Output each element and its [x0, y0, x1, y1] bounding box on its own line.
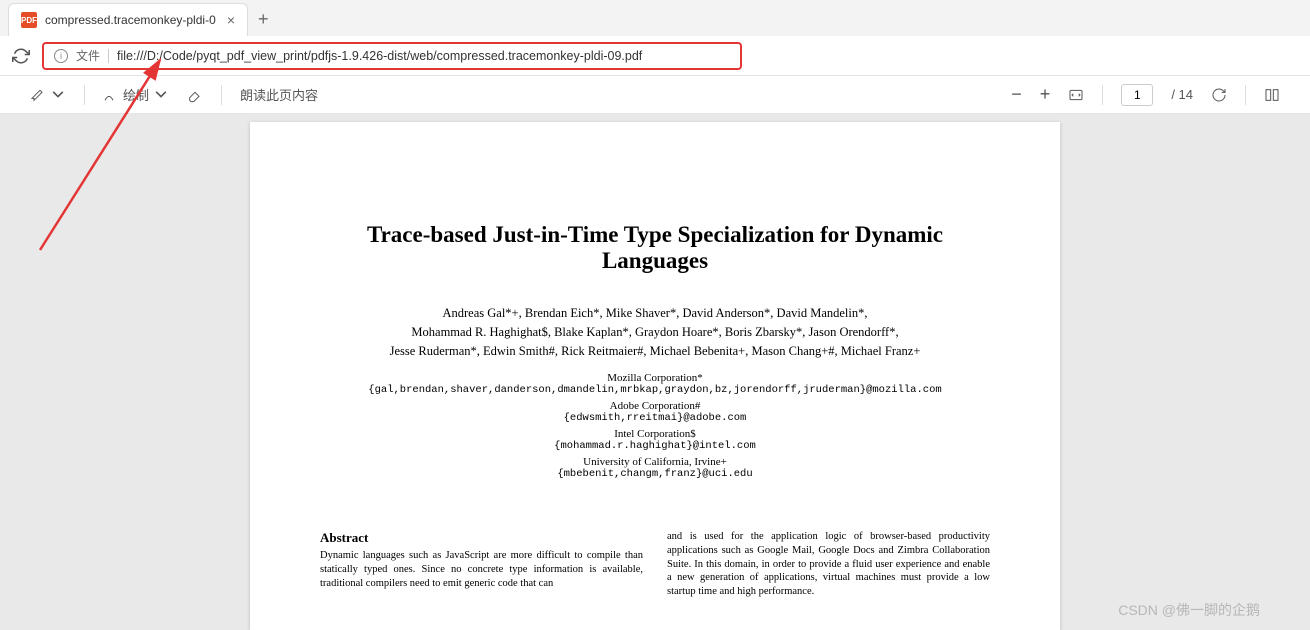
paper-authors: Andreas Gal*+, Brendan Eich*, Mike Shave… — [320, 304, 990, 360]
paper-title: Trace-based Just-in-Time Type Specializa… — [320, 222, 990, 274]
url-scheme-label: 文件 — [76, 47, 100, 64]
divider — [108, 49, 109, 63]
zoom-in-button[interactable]: + — [1040, 84, 1051, 105]
paper-columns: Abstract Dynamic languages such as JavaS… — [320, 530, 990, 598]
address-bar[interactable]: i 文件 file:///D:/Code/pyqt_pdf_view_print… — [42, 42, 742, 70]
watermark: CSDN @佛一脚的企鹅 — [1118, 600, 1260, 620]
pdf-toolbar: 绘制 朗读此页内容 − + / 14 — [0, 76, 1310, 114]
info-icon[interactable]: i — [54, 49, 68, 63]
abstract-heading: Abstract — [320, 530, 643, 546]
divider — [84, 85, 85, 105]
read-aloud-button[interactable]: 朗读此页内容 — [240, 85, 318, 104]
close-icon[interactable]: × — [227, 12, 235, 28]
divider — [1245, 85, 1246, 105]
new-tab-button[interactable]: + — [248, 3, 279, 36]
pdf-icon: PDF — [21, 12, 37, 28]
reload-icon[interactable] — [12, 47, 30, 65]
rotate-button[interactable] — [1211, 87, 1227, 103]
column-text: and is used for the application logic of… — [667, 530, 990, 598]
address-bar-row: i 文件 file:///D:/Code/pyqt_pdf_view_print… — [0, 36, 1310, 76]
abstract-text: Dynamic languages such as JavaScript are… — [320, 549, 643, 590]
pdf-page: Trace-based Just-in-Time Type Specializa… — [250, 122, 1060, 630]
page-total-label: / 14 — [1171, 87, 1193, 102]
erase-tool[interactable] — [187, 87, 203, 103]
page-number-input[interactable] — [1121, 84, 1153, 106]
divider — [1102, 85, 1103, 105]
divider — [221, 85, 222, 105]
pdf-viewer[interactable]: Trace-based Just-in-Time Type Specializa… — [0, 114, 1310, 630]
affiliation: Mozilla Corporation*{gal,brendan,shaver,… — [320, 372, 990, 396]
url-text: file:///D:/Code/pyqt_pdf_view_print/pdfj… — [117, 49, 642, 63]
draw-tool[interactable]: 绘制 — [103, 85, 169, 104]
tab-title: compressed.tracemonkey-pldi-0 — [45, 13, 219, 27]
zoom-out-button[interactable]: − — [1011, 84, 1022, 105]
browser-tab-bar: PDF compressed.tracemonkey-pldi-0 × + — [0, 0, 1310, 36]
page-view-button[interactable] — [1264, 87, 1280, 103]
highlight-tool[interactable] — [30, 87, 66, 103]
browser-tab[interactable]: PDF compressed.tracemonkey-pldi-0 × — [8, 3, 248, 36]
fit-page-button[interactable] — [1068, 87, 1084, 103]
affiliation: Intel Corporation${mohammad.r.haghighat}… — [320, 428, 990, 452]
affiliation: University of California, Irvine+{mbeben… — [320, 456, 990, 480]
affiliation: Adobe Corporation#{edwsmith,rreitmai}@ad… — [320, 400, 990, 424]
